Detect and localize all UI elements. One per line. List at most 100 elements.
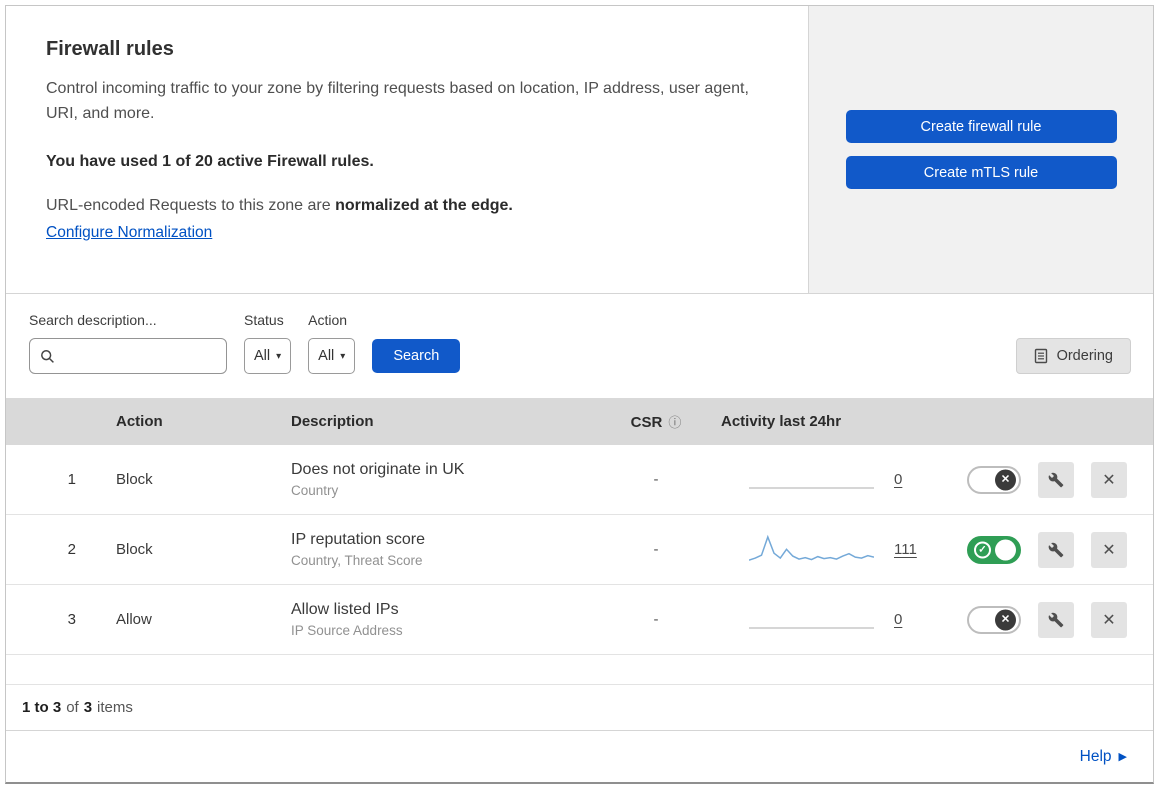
column-description: Description — [291, 413, 374, 430]
normalization-note: URL-encoded Requests to this zone are no… — [46, 197, 768, 215]
pagination-items: items — [97, 699, 133, 716]
rule-csr-value: - — [653, 611, 659, 628]
rule-description-title: Allow listed IPs — [291, 601, 399, 618]
filters-bar: Search description... Status All ▾ Actio… — [6, 294, 1153, 398]
status-filter-group: Status All ▾ — [244, 312, 292, 374]
help-bar: Help ▶ — [6, 731, 1153, 782]
x-icon: ✕ — [1000, 613, 1011, 625]
search-input[interactable] — [61, 347, 226, 365]
help-link[interactable]: Help ▶ — [1080, 748, 1127, 766]
rule-criteria: IP Source Address — [291, 623, 403, 638]
rule-enabled-toggle[interactable]: ✓ ✕ — [967, 465, 1021, 494]
rule-description: IP reputation score Country, Threat Scor… — [271, 531, 601, 568]
rule-controls: ✓ ✕ ✕ — [966, 531, 1153, 568]
status-value: All — [254, 348, 271, 364]
ordering-button[interactable]: Ordering — [1015, 338, 1131, 374]
search-button[interactable]: Search — [372, 339, 461, 373]
normalization-bold-text: normalized at the edge. — [335, 196, 513, 214]
rule-action: Block — [116, 471, 153, 488]
rule-priority: 2 — [67, 541, 76, 558]
wrench-icon — [1048, 542, 1064, 557]
pagination-total: 3 — [83, 699, 93, 716]
search-label: Search description... — [29, 312, 157, 328]
wrench-icon — [1048, 612, 1064, 627]
status-dropdown[interactable]: All ▾ — [244, 338, 292, 374]
toggle-knob: ✕ — [995, 539, 1016, 560]
pagination-of: of — [66, 699, 79, 716]
rule-csr-value: - — [653, 471, 659, 488]
chevron-down-icon: ▾ — [276, 350, 282, 362]
wrench-icon — [1048, 472, 1064, 487]
activity-count-link[interactable]: 0 — [894, 471, 902, 488]
rule-description-title: Does not originate in UK — [291, 461, 465, 478]
delete-rule-button[interactable]: ✕ — [1091, 531, 1127, 568]
action-value: All — [318, 348, 335, 364]
close-icon: ✕ — [1102, 611, 1116, 629]
x-icon: ✕ — [1000, 473, 1011, 485]
column-activity: Activity last 24hr — [721, 413, 842, 430]
delete-rule-button[interactable]: ✕ — [1091, 601, 1127, 638]
chevron-down-icon: ▾ — [340, 350, 346, 362]
csr-label: CSR — [630, 414, 663, 431]
table-row: 2 Block IP reputation score Country, Thr… — [6, 515, 1153, 585]
edit-rule-button[interactable] — [1038, 531, 1074, 568]
rule-controls: ✓ ✕ ✕ — [966, 461, 1153, 498]
toggle-knob: ✕ — [995, 609, 1016, 630]
rule-priority: 1 — [67, 471, 76, 488]
close-icon: ✕ — [1102, 541, 1116, 559]
rule-criteria: Country — [291, 483, 339, 498]
activity-sparkline — [749, 626, 874, 629]
pagination: 1 to 3 of 3 items — [6, 685, 1153, 731]
rule-action: Block — [116, 541, 153, 558]
search-icon — [41, 349, 54, 363]
configure-normalization-link[interactable]: Configure Normalization — [46, 224, 212, 241]
pagination-range: 1 to 3 — [22, 699, 62, 716]
usage-summary: You have used 1 of 20 active Firewall ru… — [46, 152, 374, 170]
header-section: Firewall rules Control incoming traffic … — [6, 6, 1153, 294]
edit-rule-button[interactable] — [1038, 601, 1074, 638]
action-label: Action — [308, 312, 348, 328]
table-bottom-spacer — [6, 655, 1153, 685]
rule-activity: 0 — [711, 462, 966, 498]
close-icon: ✕ — [1102, 471, 1116, 489]
rule-csr-value: - — [653, 541, 659, 558]
firewall-rules-page: Firewall rules Control incoming traffic … — [5, 5, 1154, 784]
activity-count-link[interactable]: 0 — [894, 611, 902, 628]
edit-rule-button[interactable] — [1038, 461, 1074, 498]
table-header: Action Description CSR ⓘ Activity last 24… — [6, 398, 1153, 445]
header-content: Firewall rules Control incoming traffic … — [6, 6, 809, 293]
table-row: 1 Block Does not originate in UK Country… — [6, 445, 1153, 515]
ordering-list-icon — [1034, 348, 1047, 364]
rule-description: Does not originate in UK Country — [271, 461, 601, 498]
column-csr: CSR ⓘ — [601, 412, 711, 431]
action-panel: Create firewall rule Create mTLS rule — [809, 6, 1153, 293]
arrow-right-icon: ▶ — [1118, 751, 1127, 763]
search-group: Search description... — [29, 312, 227, 374]
action-dropdown[interactable]: All ▾ — [308, 338, 356, 374]
rule-enabled-toggle[interactable]: ✓ ✕ — [967, 535, 1021, 564]
page-description: Control incoming traffic to your zone by… — [46, 80, 749, 122]
delete-rule-button[interactable]: ✕ — [1091, 461, 1127, 498]
rule-activity: 0 — [711, 602, 966, 638]
activity-sparkline — [749, 534, 874, 561]
status-label: Status — [244, 312, 284, 328]
table-row: 3 Allow Allow listed IPs IP Source Addre… — [6, 585, 1153, 655]
action-filter-group: Action All ▾ — [308, 312, 356, 374]
activity-count-link[interactable]: 111 — [894, 541, 917, 558]
rule-criteria: Country, Threat Score — [291, 553, 423, 568]
activity-sparkline — [749, 486, 874, 489]
rule-controls: ✓ ✕ ✕ — [966, 601, 1153, 638]
rule-action: Allow — [116, 611, 152, 628]
rule-description: Allow listed IPs IP Source Address — [271, 601, 601, 638]
rule-activity: 111 — [711, 532, 966, 568]
ordering-label: Ordering — [1056, 348, 1113, 364]
create-mtls-rule-button[interactable]: Create mTLS rule — [845, 156, 1117, 189]
create-firewall-rule-button[interactable]: Create firewall rule — [845, 110, 1117, 143]
search-box — [29, 338, 227, 374]
rule-enabled-toggle[interactable]: ✓ ✕ — [967, 605, 1021, 634]
info-icon: ⓘ — [668, 415, 682, 430]
rule-description-title: IP reputation score — [291, 531, 426, 548]
normalization-text: URL-encoded Requests to this zone are — [46, 196, 336, 214]
column-action: Action — [116, 413, 163, 430]
toggle-knob: ✕ — [995, 469, 1016, 490]
